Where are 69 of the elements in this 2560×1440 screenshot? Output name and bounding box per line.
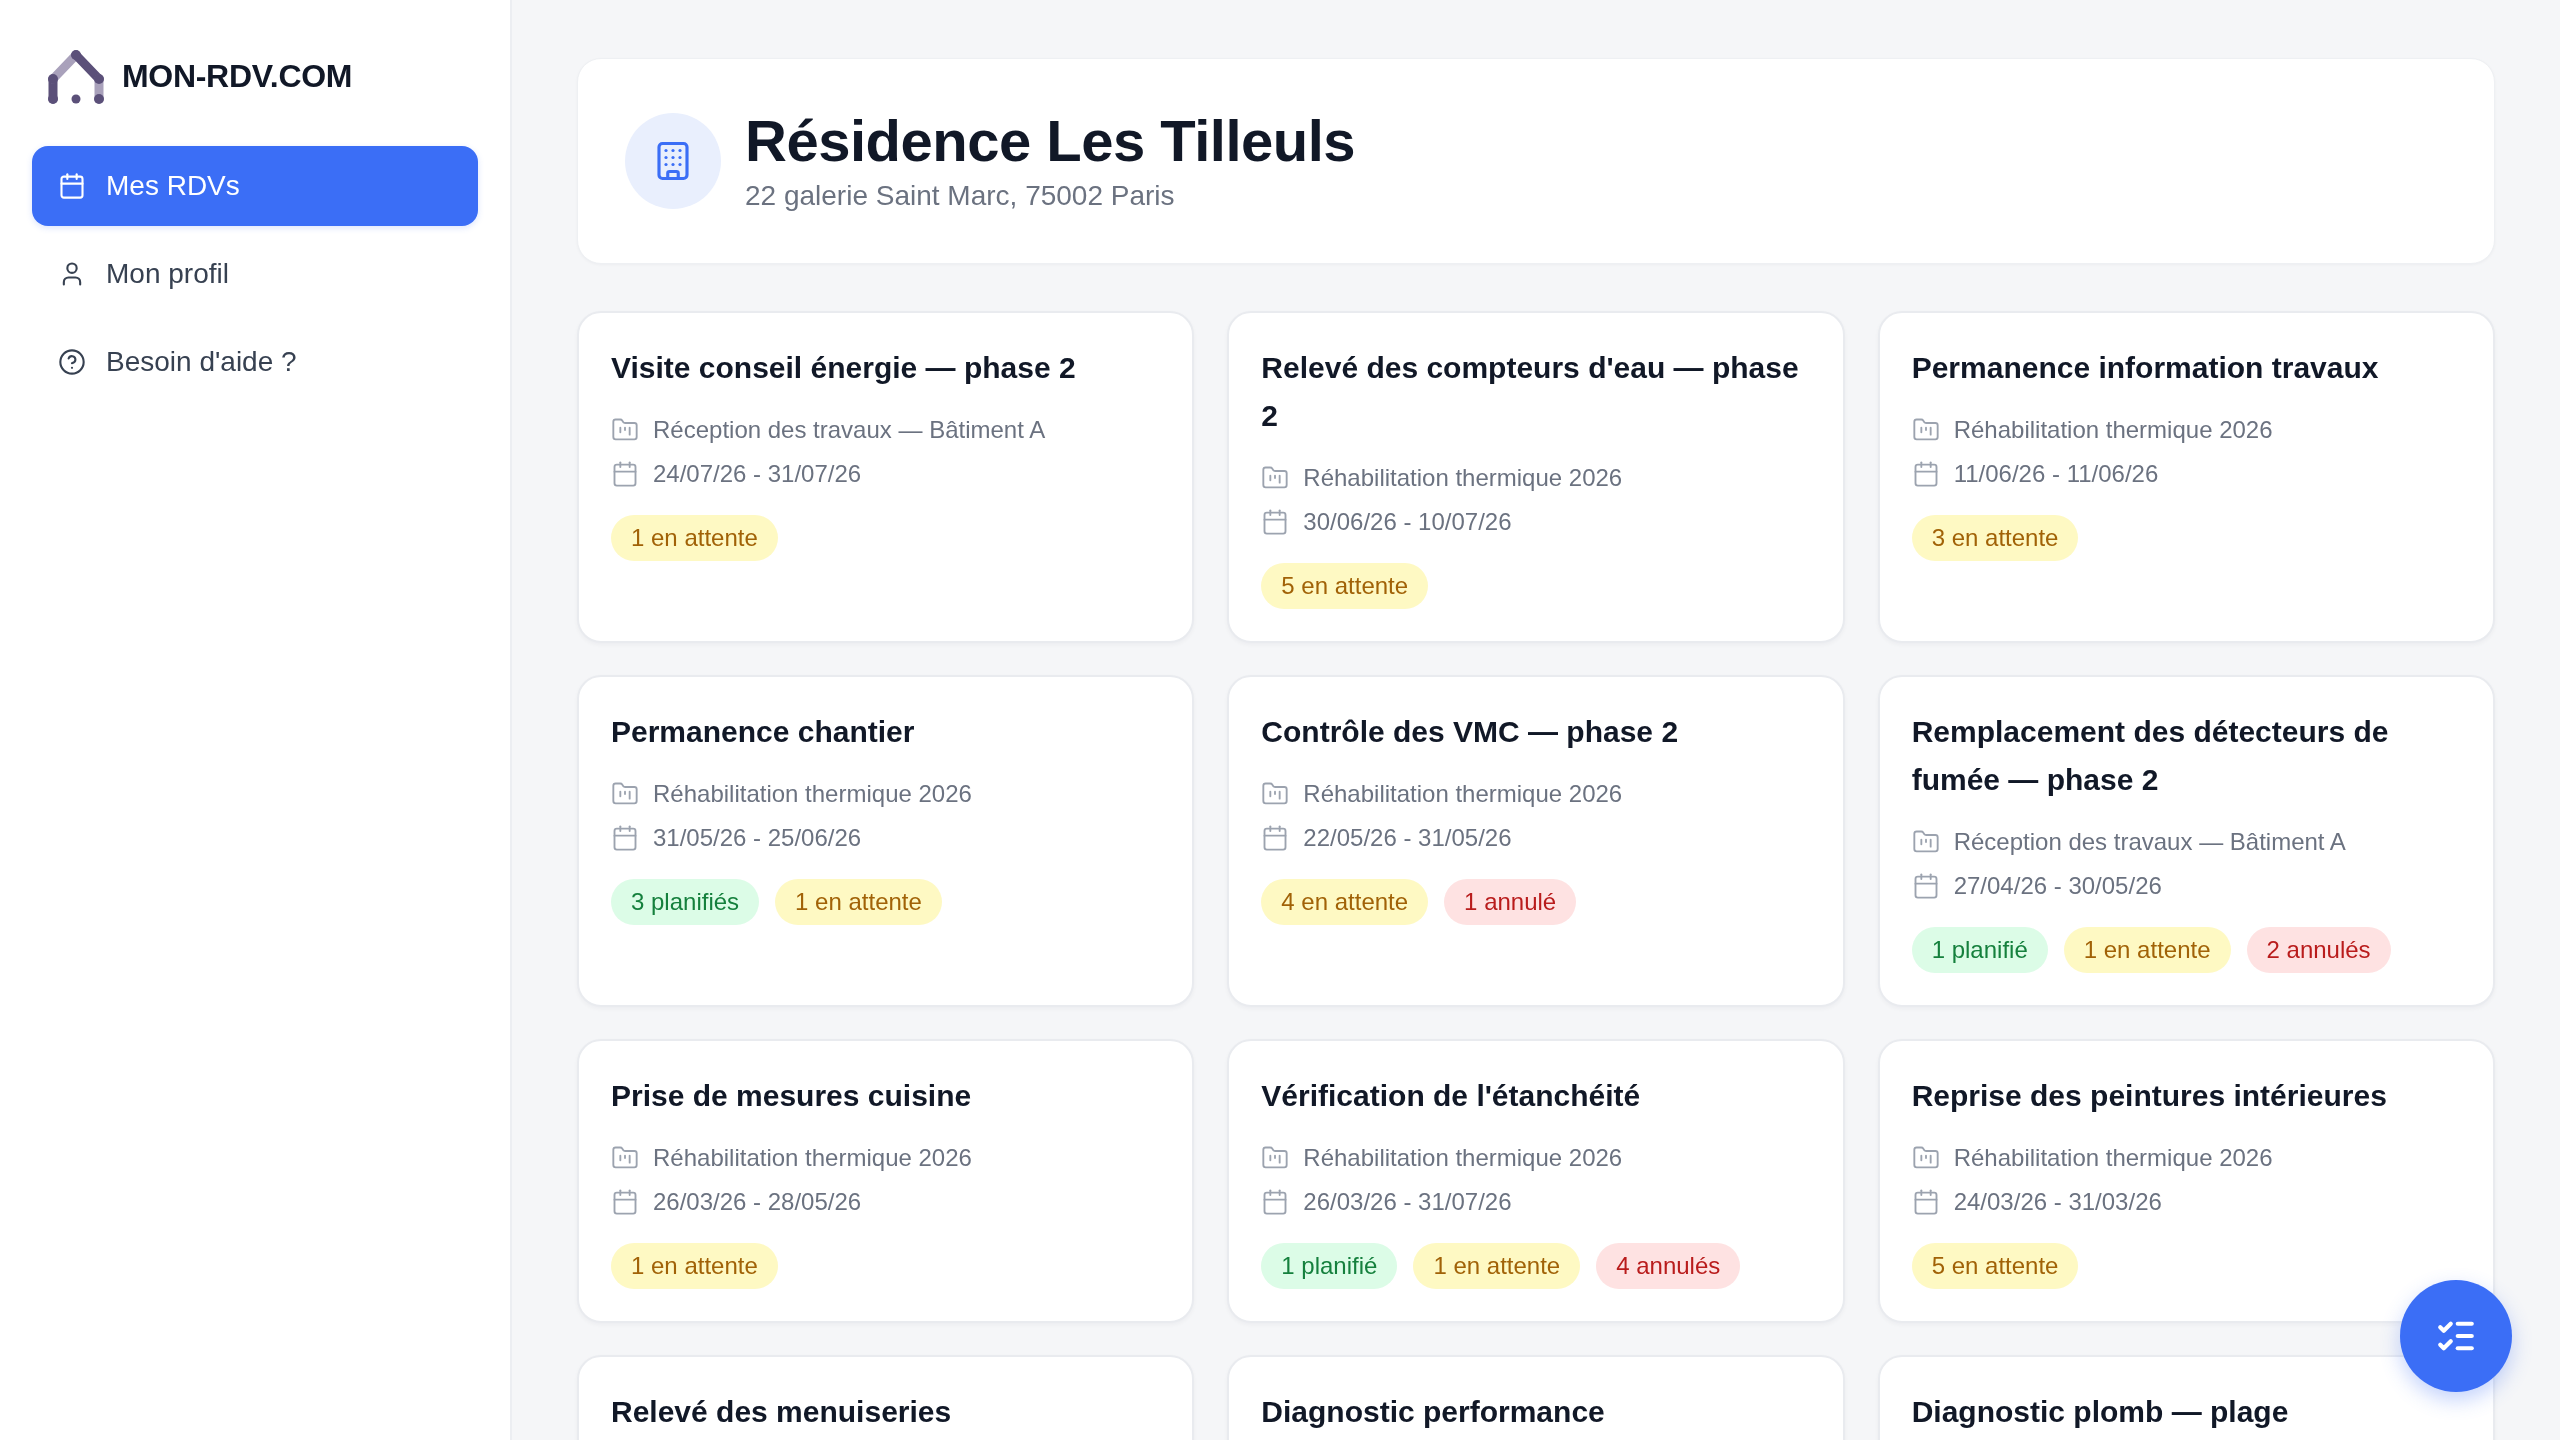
card-title: Relevé des compteurs d'eau — phase 2 [1261, 350, 1800, 434]
brand-name: MON-RDV.COM [122, 57, 353, 95]
card-title: Remplacement des détecteurs de fumée — phase 2 [1911, 714, 2390, 798]
pending-count-tag: 1 en attente [611, 1243, 778, 1289]
date-range: 11/06/26 - 11/06/26 [1953, 459, 2159, 489]
pending-count-tag: 5 en attente [1261, 563, 1429, 609]
appointment-card[interactable]: Reprise des peintures intérieures Réhabilitation thermique 2026 24/03/26 - 31/03/26 5 en attente [1877, 1039, 2495, 1323]
nav-item[interactable]: Mon profil [32, 234, 478, 314]
planned-count-tag: 3 planifiés [611, 879, 760, 925]
planned-count-tag: 1 planifié [1911, 927, 2048, 973]
appointment-card[interactable]: Diagnostic plomb — plage [1877, 1355, 2495, 1440]
appointment-card[interactable]: Relevé des menuiseries [577, 1355, 1195, 1440]
project-name: Réhabilitation thermique 2026 [1303, 779, 1623, 809]
pending-count-tag: 1 en attente [611, 515, 778, 561]
pending-count-tag: 1 en attente [1413, 1243, 1581, 1289]
residence-name: Résidence Les Tilleuls [745, 108, 1356, 173]
date-range: 30/06/26 - 10/07/26 [1303, 507, 1512, 537]
project-name: Réhabilitation thermique 2026 [1303, 1143, 1623, 1173]
appointment-card[interactable]: Permanence information travaux Réhabilitation thermique 2026 11/06/26 - 11/06/26 3 en attente [1877, 311, 2495, 643]
card-title: Visite conseil énergie — phase 2 [611, 350, 1077, 386]
card-title: Permanence chantier [611, 714, 916, 750]
date-range: 26/03/26 - 28/05/26 [653, 1187, 862, 1217]
project-name: Réception des travaux — Bâtiment A [653, 415, 1046, 445]
appointment-card[interactable]: Prise de mesures cuisine Réhabilitation thermique 2026 26/03/26 - 28/05/26 1 en attente [577, 1039, 1195, 1323]
project-name: Réhabilitation thermique 2026 [653, 1143, 972, 1173]
project-name: Réception des travaux — Bâtiment A [1953, 827, 2346, 857]
house-logo-icon [47, 47, 105, 105]
cancelled-count-tag: 1 annulé [1444, 879, 1577, 925]
date-range: 31/05/26 - 25/06/26 [653, 823, 862, 853]
appointment-card[interactable]: Diagnostic performance [1227, 1355, 1845, 1440]
residence-address: 22 galerie Saint Marc, 75002 Paris [745, 178, 1176, 213]
date-range: 26/03/26 - 31/07/26 [1303, 1187, 1512, 1217]
card-title: Permanence information travaux [1911, 350, 2380, 386]
nav-item[interactable]: Besoin d'aide ? [32, 322, 478, 402]
card-title: Reprise des peintures intérieures [1911, 1078, 2388, 1114]
date-range: 24/03/26 - 31/03/26 [1953, 1187, 2162, 1217]
pending-count-tag: 5 en attente [1911, 1243, 2079, 1289]
help-icon [58, 348, 86, 376]
card-title: Vérification de l'étanchéité [1261, 1078, 1642, 1114]
card-title: Prise de mesures cuisine [611, 1078, 973, 1114]
card-title: Diagnostic performance [1261, 1394, 1606, 1430]
calendar-icon [611, 1188, 639, 1216]
cancelled-count-tag: 2 annulés [2246, 927, 2391, 973]
appointment-card[interactable]: Relevé des compteurs d'eau — phase 2 Réhabilitation thermique 2026 30/06/26 - 10/07/26 5 en attente [1227, 311, 1845, 643]
appointment-card[interactable]: Visite conseil énergie — phase 2 Réception des travaux — Bâtiment A 24/07/26 - 31/07/26 1 en attente [577, 311, 1195, 643]
appointment-card[interactable]: Permanence chantier Réhabilitation thermique 2026 31/05/26 - 25/06/26 3 planifiés 1 en attente [577, 675, 1195, 1007]
card-title: Relevé des menuiseries [611, 1394, 953, 1430]
nav-item[interactable]: Mes RDVs [32, 146, 478, 226]
appointment-card[interactable]: Contrôle des VMC — phase 2 Réhabilitation thermique 2026 22/05/26 - 31/05/26 4 en attente 1 annulé [1227, 675, 1845, 1007]
calendar-icon [611, 460, 639, 488]
project-name: Réhabilitation thermique 2026 [1953, 415, 2273, 445]
planned-count-tag: 1 planifié [1261, 1243, 1398, 1289]
pending-count-tag: 1 en attente [2063, 927, 2231, 973]
calendar-icon [611, 824, 639, 852]
card-title: Diagnostic plomb — plage [1911, 1394, 2290, 1430]
appointment-card[interactable]: Vérification de l'étanchéité Réhabilitation thermique 2026 26/03/26 - 31/07/26 1 planifié 1 en attente 4 annulés [1227, 1039, 1845, 1323]
pending-count-tag: 1 en attente [775, 879, 942, 925]
cancelled-count-tag: 4 annulés [1596, 1243, 1741, 1289]
pending-count-tag: 4 en attente [1261, 879, 1429, 925]
date-range: 22/05/26 - 31/05/26 [1303, 823, 1512, 853]
date-range: 27/04/26 - 30/05/26 [1953, 871, 2162, 901]
project-name: Réhabilitation thermique 2026 [1953, 1143, 2273, 1173]
calendar-icon [58, 172, 86, 200]
project-name: Réhabilitation thermique 2026 [1303, 463, 1623, 493]
date-range: 24/07/26 - 31/07/26 [653, 459, 862, 489]
appointment-card[interactable]: Remplacement des détecteurs de fumée — phase 2 Réception des travaux — Bâtiment A 27/04/26 - 30/05/26 1 planifié 1 en attente 2 annulés [1877, 675, 2495, 1007]
card-title: Contrôle des VMC — phase 2 [1261, 714, 1680, 750]
project-name: Réhabilitation thermique 2026 [653, 779, 972, 809]
pending-count-tag: 3 en attente [1911, 515, 2079, 561]
